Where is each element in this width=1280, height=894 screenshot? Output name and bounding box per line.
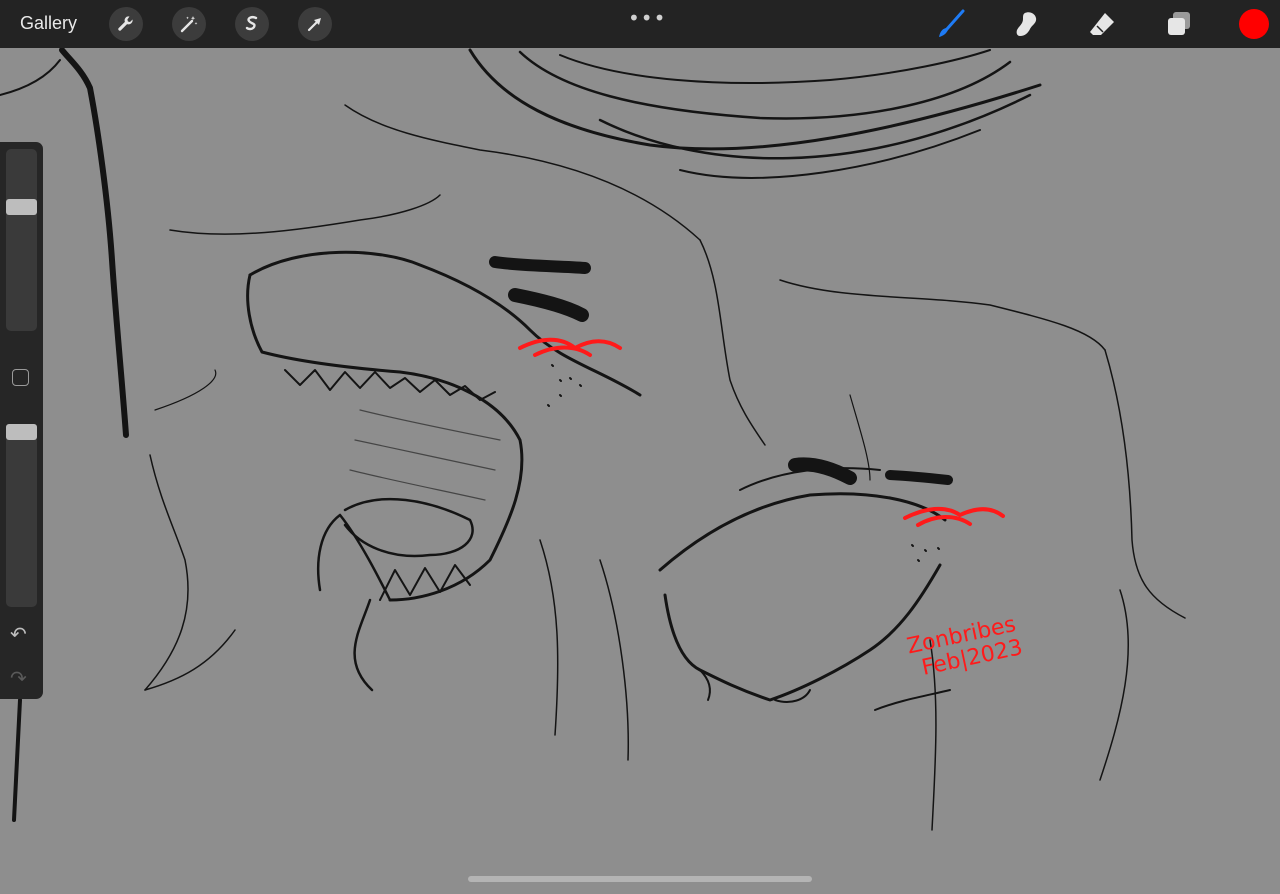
selection-icon: [245, 16, 258, 31]
brush-icon: [939, 9, 965, 37]
transform-button[interactable]: [298, 7, 332, 41]
opacity-thumb[interactable]: [6, 424, 37, 440]
opacity-slider[interactable]: [6, 424, 37, 607]
eraser-icon: [1090, 13, 1114, 35]
home-indicator: [468, 876, 812, 882]
smudge-button[interactable]: [1011, 9, 1041, 39]
gallery-button[interactable]: Gallery: [20, 13, 77, 34]
brush-size-slider[interactable]: [6, 149, 37, 331]
eraser-button[interactable]: [1087, 9, 1117, 39]
selection-button[interactable]: [235, 7, 269, 41]
wrench-icon: [118, 16, 133, 31]
brush-button[interactable]: [935, 9, 965, 39]
left-sidebar: ↶ ↷: [0, 142, 43, 699]
redo-button[interactable]: ↷: [10, 666, 27, 690]
top-toolbar: Gallery •••: [0, 0, 1280, 48]
brush-size-thumb[interactable]: [6, 199, 37, 215]
layers-icon: [1168, 12, 1190, 35]
adjustments-button[interactable]: [172, 7, 206, 41]
drawing-canvas[interactable]: Zonbribes Feb|2023: [0, 47, 1280, 889]
undo-button[interactable]: ↶: [10, 622, 27, 646]
magic-wand-icon: [180, 16, 198, 33]
actions-button[interactable]: [109, 7, 143, 41]
color-picker-button[interactable]: [1239, 9, 1269, 39]
arrow-icon: [307, 18, 321, 32]
artwork-sketch: [0, 47, 1186, 831]
modify-button[interactable]: [12, 369, 29, 386]
smudge-icon: [1016, 12, 1037, 36]
layers-button[interactable]: [1164, 9, 1194, 39]
more-options-button[interactable]: •••: [628, 6, 666, 30]
